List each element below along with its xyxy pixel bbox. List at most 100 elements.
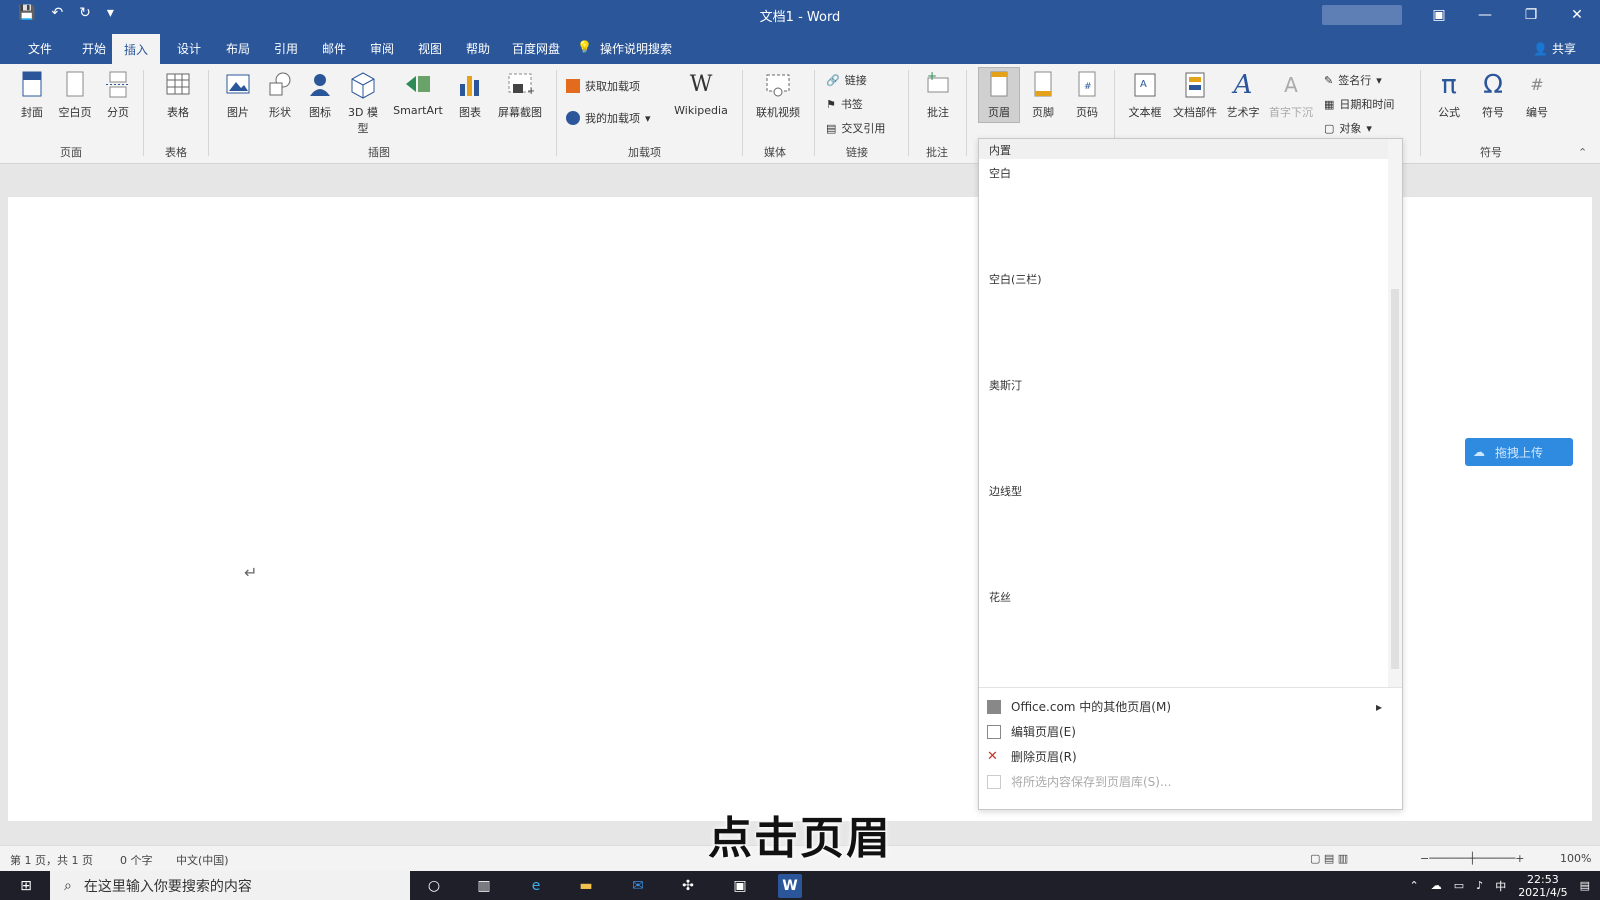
- chevron-down-icon: ▾: [1376, 73, 1382, 87]
- date-time-button[interactable]: ▦ 日期和时间: [1324, 96, 1394, 112]
- pinwheel-icon[interactable]: ✣: [676, 874, 700, 898]
- get-addins-button[interactable]: 获取加载项: [566, 78, 640, 94]
- wordart-button[interactable]: A 艺术字: [1224, 70, 1262, 120]
- svg-text:+: +: [927, 70, 937, 83]
- screenshot-icon: +: [508, 73, 534, 97]
- symbol-button[interactable]: Ω 符号: [1474, 70, 1512, 120]
- signature-line-button[interactable]: ✎ 签名行 ▾: [1324, 72, 1382, 88]
- signature-icon: ✎: [1324, 73, 1334, 87]
- chart-button[interactable]: 图表: [452, 70, 488, 120]
- svg-text:A: A: [1140, 79, 1147, 90]
- tell-me-search[interactable]: 💡 操作说明搜索: [577, 40, 672, 57]
- battery-icon[interactable]: ▭: [1454, 879, 1464, 892]
- equation-button[interactable]: π 公式: [1430, 70, 1468, 120]
- icons-button[interactable]: 图标: [305, 70, 335, 120]
- input-method-icon[interactable]: 中: [1495, 878, 1506, 894]
- close-icon[interactable]: ✕: [1554, 0, 1600, 30]
- tab-mailings[interactable]: 邮件: [312, 36, 356, 61]
- cortana-icon[interactable]: ○: [422, 874, 446, 898]
- file-explorer-icon[interactable]: ▬: [574, 874, 598, 898]
- tray-expand-icon[interactable]: ⌃: [1410, 879, 1419, 892]
- tab-insert[interactable]: 插入: [112, 34, 161, 67]
- pictures-button[interactable]: 图片: [220, 70, 256, 120]
- clock[interactable]: 22:53 2021/4/5: [1518, 873, 1567, 899]
- 3d-models-button[interactable]: 3D 模型: [345, 70, 381, 136]
- text-box-button[interactable]: A 文本框: [1124, 70, 1166, 120]
- quick-parts-button[interactable]: 文档部件: [1170, 70, 1220, 120]
- office-icon: [987, 699, 1001, 714]
- taskbar-search-box[interactable]: ⌕ 在这里输入你要搜索的内容: [50, 871, 410, 900]
- table-button[interactable]: 表格: [160, 70, 196, 120]
- shapes-icon: [269, 72, 291, 96]
- object-button[interactable]: ▢ 对象 ▾: [1324, 120, 1372, 136]
- omega-icon: Ω: [1483, 70, 1503, 100]
- share-button[interactable]: 👤 共享: [1533, 40, 1576, 57]
- remove-header-link[interactable]: ✕ 删除页眉(R): [987, 748, 1077, 765]
- drop-cap-button[interactable]: A 首字下沉: [1266, 70, 1316, 120]
- header-button[interactable]: 页眉: [978, 67, 1020, 123]
- tab-help[interactable]: 帮助: [456, 36, 500, 61]
- user-account[interactable]: [1322, 5, 1402, 25]
- volume-icon[interactable]: ♪: [1476, 879, 1483, 892]
- restore-icon[interactable]: ❐: [1508, 0, 1554, 30]
- blank-page-button[interactable]: 空白页: [54, 70, 96, 120]
- taskbar: ⊞ ⌕ 在这里输入你要搜索的内容 ○ ▥ e ▬ ✉ ✣ ▣ W ⌃ ☁ ▭ ♪…: [0, 871, 1600, 900]
- gallery-item-blank-three-column[interactable]: 空白(三栏): [989, 271, 1042, 287]
- mail-icon[interactable]: ✉: [626, 874, 650, 898]
- gallery-item-austin[interactable]: 奥斯汀: [989, 377, 1022, 393]
- more-headers-link[interactable]: Office.com 中的其他页眉(M) ▸: [987, 698, 1382, 715]
- notification-icon[interactable]: ▤: [1580, 879, 1590, 892]
- gallery-section-header: 内置: [979, 139, 1402, 159]
- gallery-scrollbar[interactable]: [1388, 139, 1402, 687]
- drag-upload-button[interactable]: ☁ 拖拽上传: [1465, 438, 1573, 466]
- comment-icon: +: [927, 70, 949, 93]
- network-icon[interactable]: ☁: [1431, 879, 1442, 892]
- edit-header-link[interactable]: 编辑页眉(E): [987, 723, 1076, 740]
- tab-design[interactable]: 设计: [167, 36, 211, 61]
- tab-review[interactable]: 审阅: [360, 36, 404, 61]
- online-video-button[interactable]: 联机视频: [750, 70, 806, 120]
- minimize-icon[interactable]: —: [1462, 0, 1508, 30]
- cover-page-icon: [22, 71, 42, 97]
- gallery-item-sideline[interactable]: 边线型: [989, 483, 1022, 499]
- gallery-item-blank[interactable]: 空白: [989, 165, 1011, 181]
- cross-reference-button[interactable]: ▤ 交叉引用: [826, 120, 885, 136]
- screenshot-button[interactable]: + 屏幕截图: [492, 70, 548, 120]
- icons-icon: [310, 74, 330, 96]
- task-view-icon[interactable]: ▥: [472, 874, 496, 898]
- edge-icon[interactable]: e: [524, 874, 548, 898]
- windows-start-icon[interactable]: ⊞: [14, 874, 38, 898]
- gallery-item-filigree[interactable]: 花丝: [989, 589, 1011, 605]
- tab-layout[interactable]: 布局: [216, 36, 260, 61]
- drop-cap-icon: A: [1284, 73, 1298, 97]
- tab-view[interactable]: 视图: [408, 36, 452, 61]
- wikipedia-button[interactable]: W Wikipedia: [668, 70, 734, 117]
- tab-home[interactable]: 开始: [72, 36, 116, 61]
- word-app-icon[interactable]: W: [778, 874, 802, 898]
- link-button[interactable]: 🔗 链接: [826, 72, 867, 88]
- page-number-button[interactable]: # 页码: [1068, 70, 1106, 120]
- my-addins-button[interactable]: 我的加载项 ▾: [566, 110, 651, 126]
- bookmark-button[interactable]: ⚑ 书签: [826, 96, 863, 112]
- footer-button[interactable]: 页脚: [1024, 70, 1062, 120]
- number-button[interactable]: # 编号: [1518, 70, 1556, 120]
- comment-button[interactable]: + 批注: [918, 70, 958, 120]
- ribbon-display-icon[interactable]: ▣: [1416, 0, 1462, 30]
- chevron-down-icon: ▾: [645, 111, 651, 125]
- tab-baidu-netdisk[interactable]: 百度网盘: [502, 36, 570, 61]
- search-icon: ⌕: [64, 877, 72, 894]
- tab-file[interactable]: 文件: [18, 36, 62, 61]
- store-icon: [566, 79, 580, 93]
- shapes-button[interactable]: 形状: [262, 70, 298, 120]
- smartart-button[interactable]: SmartArt: [390, 70, 446, 117]
- cover-page-button[interactable]: 封面: [14, 70, 50, 120]
- footer-icon: [1034, 71, 1052, 97]
- page-break-button[interactable]: 分页: [100, 70, 136, 120]
- ribbon-tabs: 文件 开始 插入 设计 布局 引用 邮件 审阅 视图 帮助 百度网盘 💡 操作说…: [0, 30, 1600, 67]
- collapse-ribbon-icon[interactable]: ⌃: [1578, 146, 1587, 159]
- tab-references[interactable]: 引用: [264, 36, 308, 61]
- screen-recorder-icon[interactable]: ▣: [728, 874, 752, 898]
- picture-icon: [226, 74, 250, 94]
- scrollbar-thumb[interactable]: [1391, 289, 1399, 669]
- save-to-gallery-link[interactable]: 将所选内容保存到页眉库(S)...: [987, 773, 1171, 790]
